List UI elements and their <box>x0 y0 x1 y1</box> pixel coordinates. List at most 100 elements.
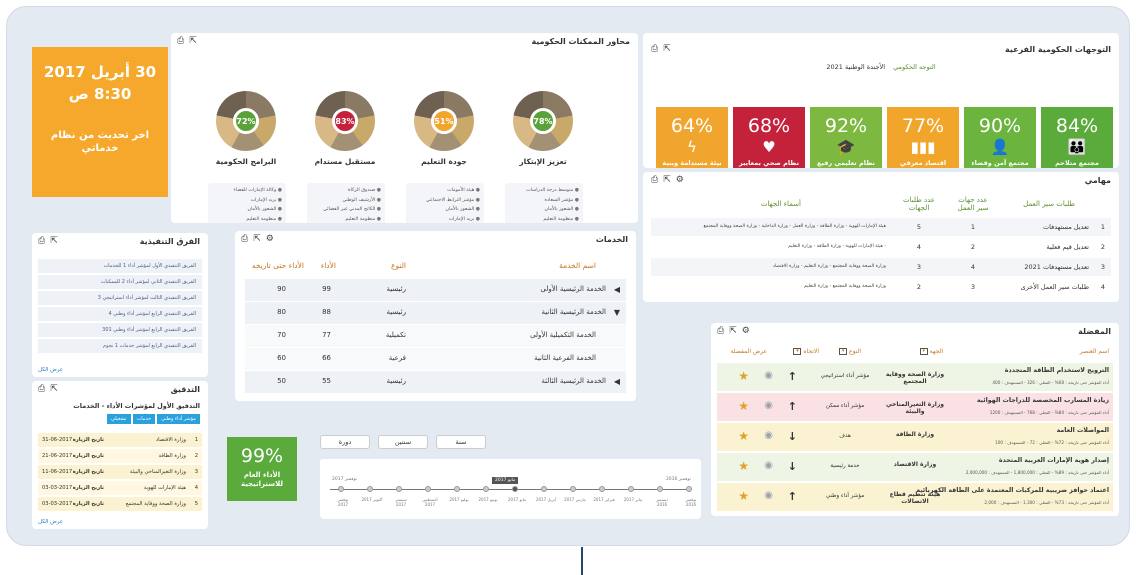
expand-icon[interactable]: ◀ <box>614 285 620 294</box>
enabler-donut[interactable]: 78% <box>513 91 573 151</box>
enabler-item[interactable]: الشعور بالأمان <box>212 205 282 215</box>
export-icon[interactable]: ⇱ <box>663 175 671 185</box>
settings-icon[interactable]: ⚙ <box>266 234 274 244</box>
enabler-item[interactable]: مؤشر الترابط الاجتماعي <box>410 196 480 206</box>
timeline-current[interactable]: مايو 2017 <box>492 477 519 484</box>
print-icon[interactable]: ⎙ <box>177 36 184 46</box>
timeline-dot[interactable] <box>570 486 576 492</box>
service-row[interactable]: الخدمة الفرعية الثانية فرعية 66 60 <box>245 348 626 370</box>
task-row[interactable]: 2 تعديل قيم فعلية 2 4 - هيئة الإمارات للهوية… <box>651 238 1111 256</box>
print-icon[interactable]: ⎙ <box>38 384 45 394</box>
team-item[interactable]: الفريق التنفيذي الثالث لمؤشر أداء استرات… <box>38 291 202 305</box>
enabler-item[interactable]: وكالة الإمارات للفضاء <box>212 186 282 196</box>
direction-tile[interactable]: 64%ϟ بيئة مستدامة وبنية تحتية متكاملة <box>656 107 728 168</box>
audit-chip[interactable]: تشغيلي <box>106 414 131 424</box>
enabler-item[interactable]: منظومة التعليم <box>509 215 579 224</box>
service-row[interactable]: ◀ الخدمة الرئيسية الأولى رئيسية 99 90 <box>245 279 626 301</box>
star-icon[interactable]: ★ <box>738 459 749 473</box>
eye-icon[interactable]: ◉ <box>764 400 773 411</box>
timeline-month[interactable]: فبراير 2017 <box>593 497 615 502</box>
timeline-month[interactable]: أغسطس 2017 <box>419 497 441 507</box>
team-item[interactable]: الفريق التنفيذي الرابع لمؤشر أداء وطني 4 <box>38 307 202 321</box>
timeline-month[interactable]: نوفمبر 2016 <box>680 497 701 507</box>
timeline-dot[interactable] <box>657 486 663 492</box>
enabler-item[interactable]: منظومة التعليم <box>311 215 381 224</box>
star-icon[interactable]: ★ <box>738 429 749 443</box>
timeline-dot[interactable] <box>425 486 431 492</box>
collapse-icon[interactable]: ▼ <box>614 308 620 317</box>
timeline-dot[interactable] <box>686 486 692 492</box>
favorite-row[interactable]: إصدار هوية الإمارات العربية المتحدة أداء … <box>717 453 1113 481</box>
settings-icon[interactable]: ⚙ <box>742 326 750 336</box>
enabler-item[interactable]: الشعور بالأمان <box>509 205 579 215</box>
favorite-row[interactable]: المواصلات العامة أداء المؤشر حتى تاريخه :… <box>717 423 1113 451</box>
enabler-donut[interactable]: 83% <box>315 91 375 151</box>
timeline-month[interactable]: يوليو 2017 <box>448 497 470 502</box>
timeline-month[interactable]: أكتوبر 2017 <box>361 497 383 502</box>
task-row[interactable]: 3 تعديل مستهدفات 2021 4 3 وزارة الصحة ووقاية… <box>651 258 1111 276</box>
favorite-row[interactable]: الترويج لاستخدام الطاقة المتجددة أداء الم… <box>717 363 1113 391</box>
print-icon[interactable]: ⎙ <box>241 234 248 244</box>
print-icon[interactable]: ⎙ <box>38 236 45 246</box>
eye-icon[interactable]: ◉ <box>764 370 773 381</box>
team-item[interactable]: الفريق التنفيذي الثاني لمؤشر أداء 2 للمم… <box>38 275 202 289</box>
team-item[interactable]: الفريق التنفيذي الرابع لمؤشر خدمات 1 نجو… <box>38 339 202 353</box>
enabler-item[interactable]: بريد الإمارات <box>410 215 480 224</box>
direction-tile[interactable]: 90%👤 مجتمع آمن وقضاء عادل <box>964 107 1036 168</box>
export-icon[interactable]: ⇱ <box>663 44 671 54</box>
timeline-month[interactable]: أبريل 2017 <box>535 497 557 502</box>
audit-chip[interactable]: خدمات <box>132 414 156 424</box>
service-row[interactable]: ▼ الخدمة الرئيسية الثانية رئيسية 88 80 <box>245 302 626 324</box>
timeline-month[interactable]: مارس 2017 <box>564 497 586 502</box>
eye-icon[interactable]: ◉ <box>764 460 773 471</box>
timeline-month[interactable]: يناير 2017 <box>622 497 644 502</box>
timeline-month[interactable]: مايو 2017 <box>506 497 528 502</box>
timeline-dot[interactable] <box>599 486 605 492</box>
audit-row[interactable]: 5 وزارة الصحة ووقاية المجتمع تاريخ الزيارة… <box>38 497 202 511</box>
settings-icon[interactable]: ⚙ <box>676 175 684 185</box>
export-icon[interactable]: ⇱ <box>189 36 197 46</box>
audit-chip[interactable]: مؤشر أداء وطني <box>157 414 200 424</box>
timeline-dot[interactable] <box>338 486 344 492</box>
direction-tile[interactable]: 77%▮▮▮ اقتصاد معرفي تنافسي <box>887 107 959 168</box>
task-row[interactable]: 4 طلبات سير العمل الأخرى 3 2 وزارة الصحة ووق… <box>651 278 1111 296</box>
timeline-dot[interactable] <box>396 486 402 492</box>
timeline-month[interactable]: يونيو 2017 <box>477 497 499 502</box>
timeline-month[interactable]: سبتمبر 2017 <box>390 497 412 507</box>
export-icon[interactable]: ⇱ <box>253 234 261 244</box>
enabler-item[interactable]: مؤشر السعادة <box>509 196 579 206</box>
type-filter[interactable]: ▾ <box>839 348 848 355</box>
enabler-item[interactable]: منظومة التعليم <box>212 215 282 224</box>
enabler-donut[interactable]: 51% <box>414 91 474 151</box>
direction-tile[interactable]: 84%👪 مجتمع متلاحم محافظ على هويته <box>1041 107 1113 168</box>
enabler-item[interactable]: الشعور بالأمان <box>410 205 480 215</box>
eye-icon[interactable]: ◉ <box>764 430 773 441</box>
agenda-select[interactable]: الأجندة الوطنية 2021 <box>826 63 885 71</box>
print-icon[interactable]: ⎙ <box>717 326 724 336</box>
enabler-item[interactable]: الأرشيف الوطني <box>311 196 381 206</box>
service-row[interactable]: ◀ الخدمة الرئيسية الثالثة رئيسية 55 50 <box>245 371 626 393</box>
enabler-item[interactable]: هيئة الأمومات <box>410 186 480 196</box>
audit-row[interactable]: 3 وزارة التغيرالمناخي والبيئة تاريخ الزيار… <box>38 465 202 479</box>
service-row[interactable]: الخدمة التكميلية الأولى تكميلية 77 70 <box>245 325 626 347</box>
task-row[interactable]: 1 تعديل مستهدفات 1 5 هيئة الإمارات للهوية - … <box>651 218 1111 236</box>
export-icon[interactable]: ⇱ <box>729 326 737 336</box>
enabler-donut[interactable]: 72% <box>216 91 276 151</box>
audit-row[interactable]: 1 وزارة الاقتصاد تاريخ الزيارة 31-06-2017 <box>38 433 202 447</box>
enabler-item[interactable]: بريد الإمارات <box>212 196 282 206</box>
print-icon[interactable]: ⎙ <box>651 175 658 185</box>
timeline-dot[interactable] <box>628 486 634 492</box>
timeline-tab[interactable]: سنة <box>436 435 486 449</box>
timeline-tab[interactable]: سنتين <box>378 435 428 449</box>
teams-show-all[interactable]: عرض الكل <box>38 367 63 373</box>
direction-tile[interactable]: 92%🎓 نظام تعليمي رفيع المستوى <box>810 107 882 168</box>
timeline-month[interactable]: ديسمبر 2016 <box>651 497 673 507</box>
favorite-row[interactable]: زيادة المسارب المخصصة للدراجات الهوائية أ… <box>717 393 1113 421</box>
favorite-row[interactable]: اعتماد حوافز ضريبية للمركبات المعتمدة عل… <box>717 483 1113 511</box>
audit-row[interactable]: 4 هيئة الإمارات للهوية تاريخ الزيارة 03-03-… <box>38 481 202 495</box>
audit-row[interactable]: 2 وزارة الطاقة تاريخ الزيارة 21-06-2017 <box>38 449 202 463</box>
export-icon[interactable]: ⇱ <box>50 236 58 246</box>
enabler-item[interactable]: صندوق الزكاة <box>311 186 381 196</box>
timeline-dot[interactable] <box>367 486 373 492</box>
enabler-item[interactable]: الكاتج المدني غير الفضائي <box>311 205 381 215</box>
